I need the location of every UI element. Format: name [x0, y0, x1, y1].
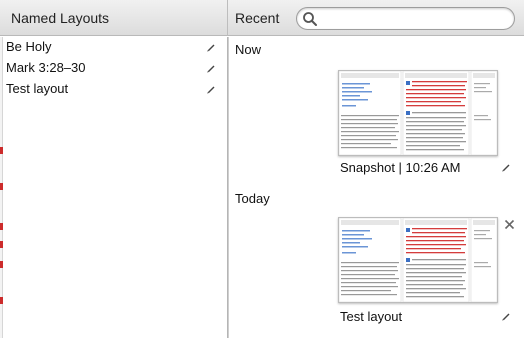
edge-mark [0, 261, 3, 268]
named-layouts-list: Be Holy Mark 3:28–30 Test layout [0, 37, 227, 338]
snapshot-thumbnail[interactable] [338, 70, 498, 156]
recent-layout-label: Test layout [340, 309, 403, 324]
snapshot-label: Snapshot | 10:26 AM [340, 160, 461, 175]
layout-item-label: Test layout [6, 81, 69, 96]
close-icon[interactable] [504, 219, 515, 230]
recent-title: Recent [235, 10, 280, 26]
layout-preview [338, 70, 498, 156]
edge-mark [0, 241, 3, 248]
pencil-icon[interactable] [501, 162, 511, 172]
pencil-icon[interactable] [206, 42, 216, 52]
recent-list: Now Snapshot | 10:26 AM Today Test layou… [229, 37, 524, 338]
section-heading-today: Today [235, 191, 270, 206]
layout-item-test-layout[interactable]: Test layout [6, 80, 218, 100]
named-layouts-title: Named Layouts [11, 10, 110, 26]
layout-item-label: Mark 3:28–30 [6, 60, 86, 75]
section-heading-now: Now [235, 42, 262, 57]
header-bar: Named Layouts Recent [0, 0, 524, 36]
edge-mark [0, 183, 3, 190]
edge-mark [0, 147, 3, 154]
search-field[interactable] [296, 7, 515, 30]
edge-mark [0, 223, 3, 230]
edge-mark [0, 297, 3, 304]
search-input[interactable] [319, 10, 509, 27]
layout-item-be-holy[interactable]: Be Holy [6, 38, 218, 58]
layout-preview [338, 217, 498, 303]
test-layout-thumbnail[interactable] [338, 217, 498, 303]
layout-item-mark[interactable]: Mark 3:28–30 [6, 59, 218, 79]
background-window-edge [0, 37, 3, 338]
pencil-icon[interactable] [501, 311, 511, 321]
search-icon [303, 12, 317, 26]
pencil-icon[interactable] [206, 63, 216, 73]
pencil-icon[interactable] [206, 84, 216, 94]
layout-item-label: Be Holy [6, 39, 52, 54]
header-divider [227, 0, 228, 36]
